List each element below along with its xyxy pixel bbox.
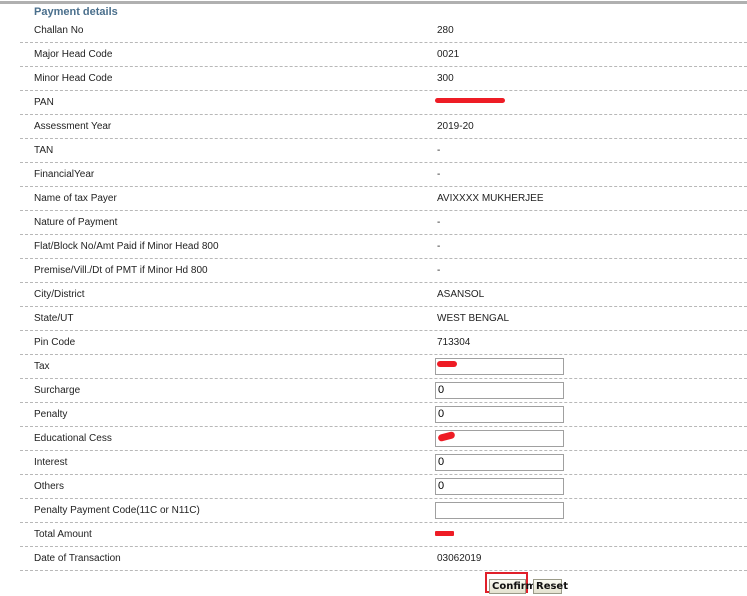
payment-details-table: Challan No 280 Major Head Code 0021 Mino…: [20, 19, 747, 571]
row-penalty-payment-code: Penalty Payment Code(11C or N11C): [20, 499, 747, 523]
row-tan: TAN -: [20, 139, 747, 163]
row-interest: Interest: [20, 451, 747, 475]
row-city-district: City/District ASANSOL: [20, 283, 747, 307]
row-flat-block-no: Flat/Block No/Amt Paid if Minor Head 800…: [20, 235, 747, 259]
row-label: Penalty: [34, 409, 68, 420]
row-label: City/District: [34, 289, 85, 300]
row-value: 03062019: [437, 553, 482, 564]
row-value: 713304: [437, 337, 471, 348]
row-label: State/UT: [34, 313, 74, 324]
row-label: Surcharge: [34, 385, 81, 396]
row-label: Pin Code: [34, 337, 76, 348]
row-label: Nature of Payment: [34, 217, 118, 228]
total-redaction-mark: [435, 531, 454, 536]
row-value: ASANSOL: [437, 289, 485, 300]
row-label: PAN: [34, 97, 54, 108]
row-educational-cess: Educational Cess: [20, 427, 747, 451]
row-label: Name of tax Payer: [34, 193, 117, 204]
row-value: 0021: [437, 49, 460, 60]
row-challan-no: Challan No 280: [20, 19, 747, 43]
row-label: Others: [34, 481, 65, 492]
row-label: FinancialYear: [34, 169, 95, 180]
row-date-of-transaction: Date of Transaction 03062019: [20, 547, 747, 571]
confirm-button[interactable]: Confirm: [489, 579, 536, 594]
row-value: -: [437, 241, 441, 252]
reset-button[interactable]: Reset: [533, 579, 568, 594]
row-pan: PAN: [20, 91, 747, 115]
row-major-head-code: Major Head Code 0021: [20, 43, 747, 67]
row-premise-vill: Premise/Vill./Dt of PMT if Minor Hd 800 …: [20, 259, 747, 283]
row-value: WEST BENGAL: [437, 313, 510, 324]
row-value: -: [437, 169, 441, 180]
row-label: Tax: [34, 361, 50, 372]
row-value: -: [437, 217, 441, 228]
row-assessment-year: Assessment Year 2019-20: [20, 115, 747, 139]
row-value: 2019-20: [437, 121, 474, 132]
row-value: 300: [437, 73, 454, 84]
row-label: Flat/Block No/Amt Paid if Minor Head 800: [34, 241, 219, 252]
row-state-ut: State/UT WEST BENGAL: [20, 307, 747, 331]
tax-redaction-mark: [437, 361, 457, 367]
row-nature-of-payment: Nature of Payment -: [20, 211, 747, 235]
interest-input[interactable]: [435, 454, 564, 471]
row-label: Assessment Year: [34, 121, 112, 132]
row-total-amount: Total Amount: [20, 523, 747, 547]
row-label: Date of Transaction: [34, 553, 121, 564]
row-label: Penalty Payment Code(11C or N11C): [34, 505, 200, 516]
row-financial-year: FinancialYear -: [20, 163, 747, 187]
surcharge-input[interactable]: [435, 382, 564, 399]
section-title: Payment details: [34, 6, 118, 18]
pan-redaction-mark: [435, 98, 505, 103]
row-label: TAN: [34, 145, 54, 156]
row-tax: Tax: [20, 355, 747, 379]
row-label: Challan No: [34, 25, 84, 36]
top-divider: [0, 1, 747, 4]
row-pin-code: Pin Code 713304: [20, 331, 747, 355]
row-label: Educational Cess: [34, 433, 112, 444]
row-label: Interest: [34, 457, 68, 468]
row-value: 280: [437, 25, 454, 36]
row-label: Major Head Code: [34, 49, 113, 60]
row-label: Total Amount: [34, 529, 92, 540]
row-penalty: Penalty: [20, 403, 747, 427]
row-value: -: [437, 145, 441, 156]
others-input[interactable]: [435, 478, 564, 495]
penalty-payment-code-input[interactable]: [435, 502, 564, 519]
row-value: AVIXXXX MUKHERJEE: [437, 193, 544, 204]
row-label: Premise/Vill./Dt of PMT if Minor Hd 800: [34, 265, 208, 276]
row-others: Others: [20, 475, 747, 499]
row-label: Minor Head Code: [34, 73, 113, 84]
row-value: -: [437, 265, 441, 276]
penalty-input[interactable]: [435, 406, 564, 423]
row-name-of-tax-payer: Name of tax Payer AVIXXXX MUKHERJEE: [20, 187, 747, 211]
row-minor-head-code: Minor Head Code 300: [20, 67, 747, 91]
row-surcharge: Surcharge: [20, 379, 747, 403]
